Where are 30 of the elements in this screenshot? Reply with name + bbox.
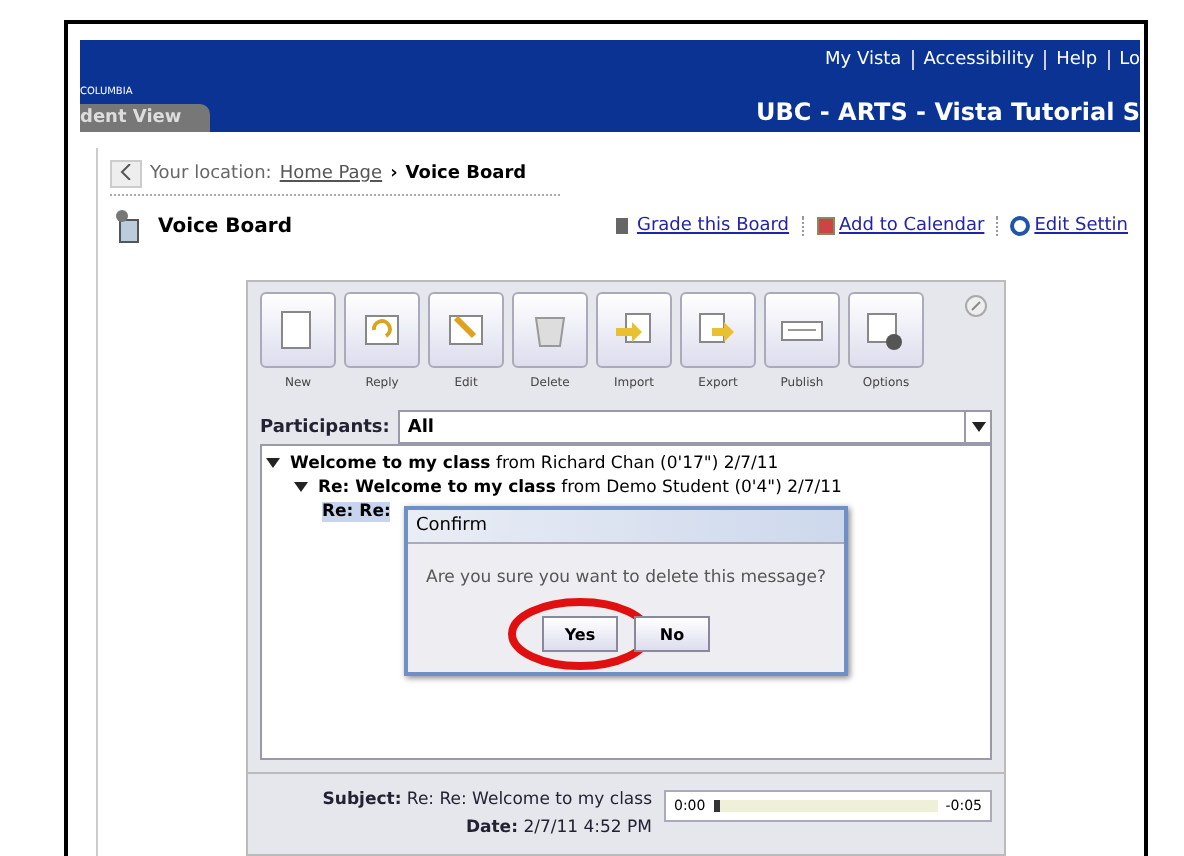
breadcrumb-link[interactable]: Home Page [279, 164, 383, 184]
action-link[interactable]: Edit Settin [996, 216, 1140, 236]
action-link[interactable]: Grade this Board [600, 216, 802, 236]
message-tree-item[interactable]: Re: Welcome to my class from Demo Student (0'4") 2/7/11 [318, 478, 842, 498]
site-title: UBC - ARTS - Vista Tutorial S [756, 98, 1140, 130]
header-link[interactable]: My Vista [825, 50, 902, 70]
dialog-title: Confirm [408, 510, 844, 544]
page-title: Voice Board [158, 215, 295, 237]
dialog-button[interactable]: Yes [542, 616, 618, 652]
action-link[interactable]: Add to Calendar [801, 216, 997, 236]
message-tree-item[interactable]: Welcome to my class from Richard Chan (0'17") 2/7/11 [290, 454, 779, 474]
header-link[interactable]: Lo [1119, 50, 1140, 70]
participants-dropdown[interactable]: All [397, 410, 992, 444]
dialog-message: Are you sure you want to delete this message? [424, 568, 828, 588]
calendar-icon [815, 216, 836, 236]
dropdown-arrow-icon[interactable] [971, 422, 985, 432]
breadcrumb-label: Your location: [150, 164, 272, 184]
breadcrumb-current: Voice Board [405, 164, 527, 184]
dialog-button[interactable]: No [634, 616, 710, 652]
breadcrumb-separator: › [390, 164, 398, 184]
chevron-left-icon [120, 164, 132, 180]
participants-label: Participants: [260, 417, 390, 437]
date-text: Date: 2/7/11 4:52 PM [465, 818, 652, 838]
header-link[interactable]: Help [1056, 50, 1098, 70]
header-link[interactable]: Accessibility [923, 50, 1035, 70]
expand-triangle-icon[interactable] [266, 455, 280, 469]
back-button[interactable] [110, 160, 142, 188]
subject-text: Subject: Re: Re: Welcome to my class [322, 790, 652, 810]
expand-triangle-icon[interactable] [294, 479, 308, 493]
message-tree-item[interactable]: Re: Re: [322, 502, 391, 522]
